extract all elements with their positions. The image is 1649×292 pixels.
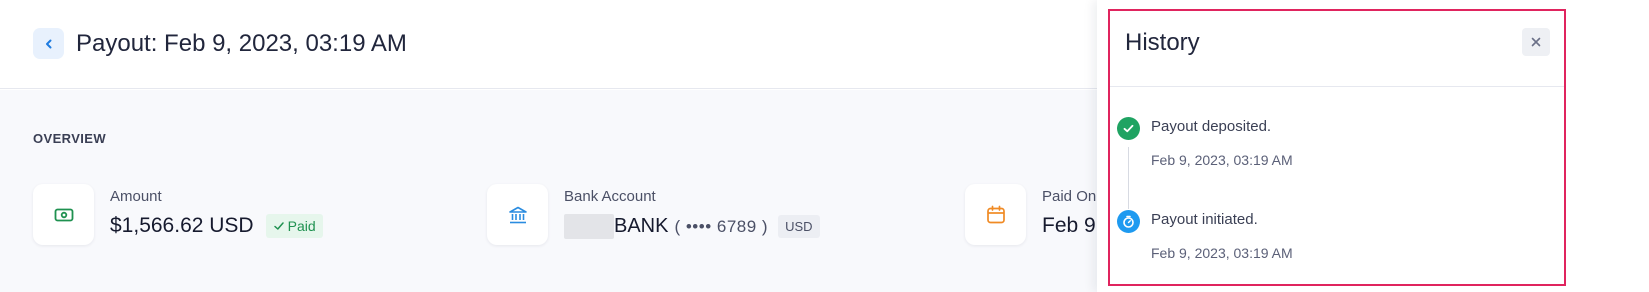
check-circle-icon [1123, 124, 1134, 133]
timeline-connector [1128, 147, 1129, 209]
amount-label: Amount [110, 188, 162, 205]
check-icon [273, 222, 284, 230]
amount-value-row: $1,566.62 USD Paid [110, 214, 323, 238]
account-number-mask: ( •••• 6789 ) [674, 216, 769, 236]
calendar-icon [986, 205, 1005, 223]
cash-icon [54, 208, 73, 221]
deposited-status-icon [1117, 117, 1140, 140]
redacted-bank-prefix [564, 214, 614, 239]
close-icon [1531, 37, 1541, 47]
page-title: Payout: Feb 9, 2023, 03:19 AM [76, 30, 407, 57]
bank-account-label: Bank Account [564, 188, 656, 205]
currency-badge: USD [778, 215, 820, 238]
chevron-left-icon [45, 39, 51, 48]
stopwatch-icon [1123, 215, 1134, 228]
amount-value: $1,566.62 USD [110, 214, 254, 237]
history-event-text: Payout initiated. [1151, 211, 1258, 228]
bank-icon [508, 206, 527, 223]
bank-name: BANK [614, 215, 669, 237]
history-divider [1110, 86, 1565, 87]
overview-heading: OVERVIEW [33, 131, 107, 146]
history-event-time: Feb 9, 2023, 03:19 AM [1151, 152, 1293, 168]
history-event-time: Feb 9, 2023, 03:19 AM [1151, 245, 1293, 261]
calendar-icon-tile [965, 184, 1026, 245]
bank-account-value-row: BANK ( •••• 6789 ) USD [564, 214, 820, 239]
status-badge-label: Paid [287, 218, 316, 234]
back-button[interactable] [33, 28, 64, 59]
history-event-text: Payout deposited. [1151, 118, 1272, 135]
paid-on-label: Paid On [1042, 188, 1097, 205]
history-title: History [1125, 29, 1200, 56]
bank-icon-tile [487, 184, 548, 245]
close-button[interactable] [1522, 28, 1550, 56]
status-badge: Paid [265, 214, 323, 238]
initiated-status-icon [1117, 210, 1140, 233]
amount-icon-tile [33, 184, 94, 245]
paid-on-value: Feb 9, [1042, 214, 1102, 237]
history-panel: History Payout deposited. Feb 9, 2023, 0… [1097, 0, 1649, 292]
